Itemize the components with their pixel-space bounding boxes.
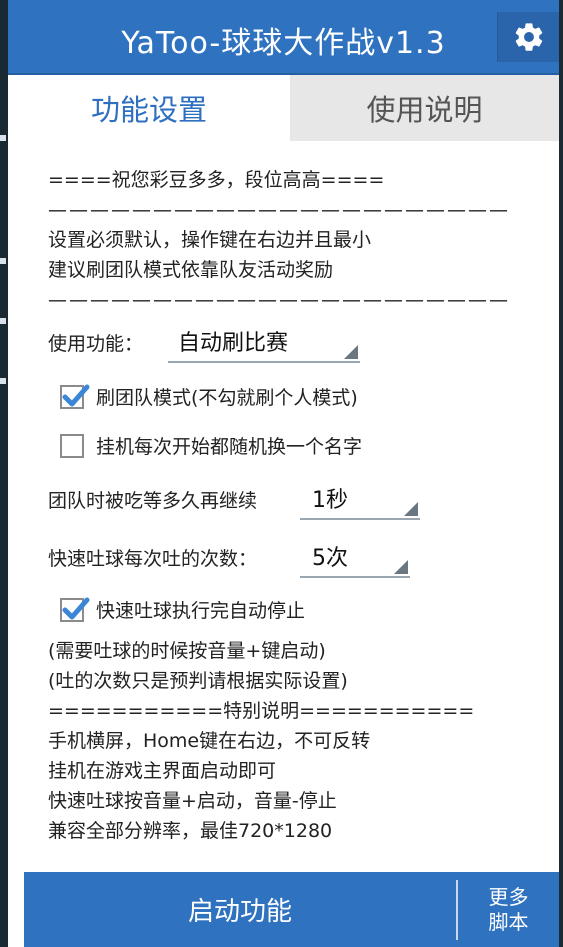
- edge-mark: [0, 258, 6, 264]
- spit-select-label: 快速吐球每次吐的次数：: [48, 547, 258, 570]
- spit-select-row: 快速吐球每次吐的次数： 5次: [48, 536, 410, 578]
- function-select-label: 使用功能：: [48, 332, 144, 355]
- title-bar: YaToo-球球大作战v1.3: [8, 0, 559, 75]
- dropdown-triangle-icon: [394, 560, 408, 574]
- team-mode-checkbox[interactable]: [60, 384, 90, 409]
- gear-icon: [515, 23, 543, 51]
- auto-stop-checkbox[interactable]: [60, 597, 90, 622]
- edge-mark: [0, 135, 6, 141]
- edge-mark: [0, 378, 6, 384]
- tab-function-settings[interactable]: 功能设置: [8, 75, 290, 141]
- note-line: 挂机在游戏主界面启动即可: [48, 760, 277, 782]
- note-line: (吐的次数只是预判请根据实际设置): [48, 670, 348, 692]
- left-screen-edge: [0, 0, 8, 947]
- dropdown-triangle-icon: [404, 502, 418, 516]
- app-window: YaToo-球球大作战v1.3 功能设置 使用说明 ====祝您彩豆多多，段位高…: [8, 0, 559, 947]
- wait-select-value: 1秒: [312, 488, 348, 513]
- wait-select[interactable]: 1秒: [300, 478, 420, 520]
- random-name-label: 挂机每次开始都随机换一个名字: [96, 436, 363, 458]
- intro-line-2: 建议刷团队模式依靠队友活动奖励: [48, 259, 334, 281]
- note-line: 手机横屏，Home键在右边，不可反转: [48, 730, 371, 752]
- function-select[interactable]: 自动刷比赛: [168, 321, 360, 363]
- wait-select-row: 团队时被吃等多久再继续 1秒: [48, 478, 420, 520]
- more-scripts-line-2: 脚本: [488, 909, 529, 934]
- checkmark-icon: [62, 597, 90, 619]
- more-scripts-line-1: 更多: [488, 884, 529, 909]
- separator-line: ——————————————————————: [48, 289, 510, 311]
- random-name-checkbox[interactable]: [60, 433, 84, 458]
- spit-select[interactable]: 5次: [300, 536, 410, 578]
- notes-text: (需要吐球的时候按音量+键启动) (吐的次数只是预判请根据实际设置) =====…: [48, 636, 474, 846]
- start-function-button[interactable]: 启动功能: [24, 872, 456, 947]
- team-mode-label: 刷团队模式(不勾就刷个人模式): [96, 387, 358, 409]
- tab-bar: 功能设置 使用说明: [8, 75, 559, 141]
- settings-button[interactable]: [497, 12, 559, 62]
- special-notes-heading: ===========特别说明===========: [48, 700, 475, 722]
- greeting-line: ====祝您彩豆多多，段位高高====: [48, 169, 385, 191]
- more-scripts-button[interactable]: 更多 脚本: [458, 872, 559, 947]
- auto-stop-option[interactable]: 快速吐球执行完自动停止: [60, 596, 305, 623]
- note-line: 兼容全部分辨率，最佳720*1280: [48, 820, 333, 842]
- random-name-option[interactable]: 挂机每次开始都随机换一个名字: [60, 432, 362, 459]
- note-line: 快速吐球按音量+启动，音量-停止: [48, 790, 337, 812]
- spit-select-value: 5次: [312, 546, 348, 571]
- function-select-value: 自动刷比赛: [178, 331, 289, 356]
- dropdown-triangle-icon: [344, 345, 358, 359]
- wait-select-label: 团队时被吃等多久再继续: [48, 489, 258, 512]
- intro-line-1: 设置必须默认，操作键在右边并且最小: [48, 229, 372, 251]
- separator-line: ——————————————————————: [48, 199, 510, 221]
- intro-text: ====祝您彩豆多多，段位高高==== ————————————————————…: [48, 165, 548, 315]
- tab-instructions[interactable]: 使用说明: [290, 75, 559, 141]
- bottom-action-bar: 启动功能 更多 脚本: [24, 872, 559, 947]
- auto-stop-label: 快速吐球执行完自动停止: [96, 600, 306, 622]
- app-title: YaToo-球球大作战v1.3: [121, 26, 446, 61]
- function-select-row: 使用功能： 自动刷比赛: [48, 321, 360, 363]
- edge-mark: [0, 318, 6, 324]
- note-line: (需要吐球的时候按音量+键启动): [48, 640, 326, 662]
- team-mode-option[interactable]: 刷团队模式(不勾就刷个人模式): [60, 383, 358, 410]
- checkmark-icon: [62, 384, 90, 406]
